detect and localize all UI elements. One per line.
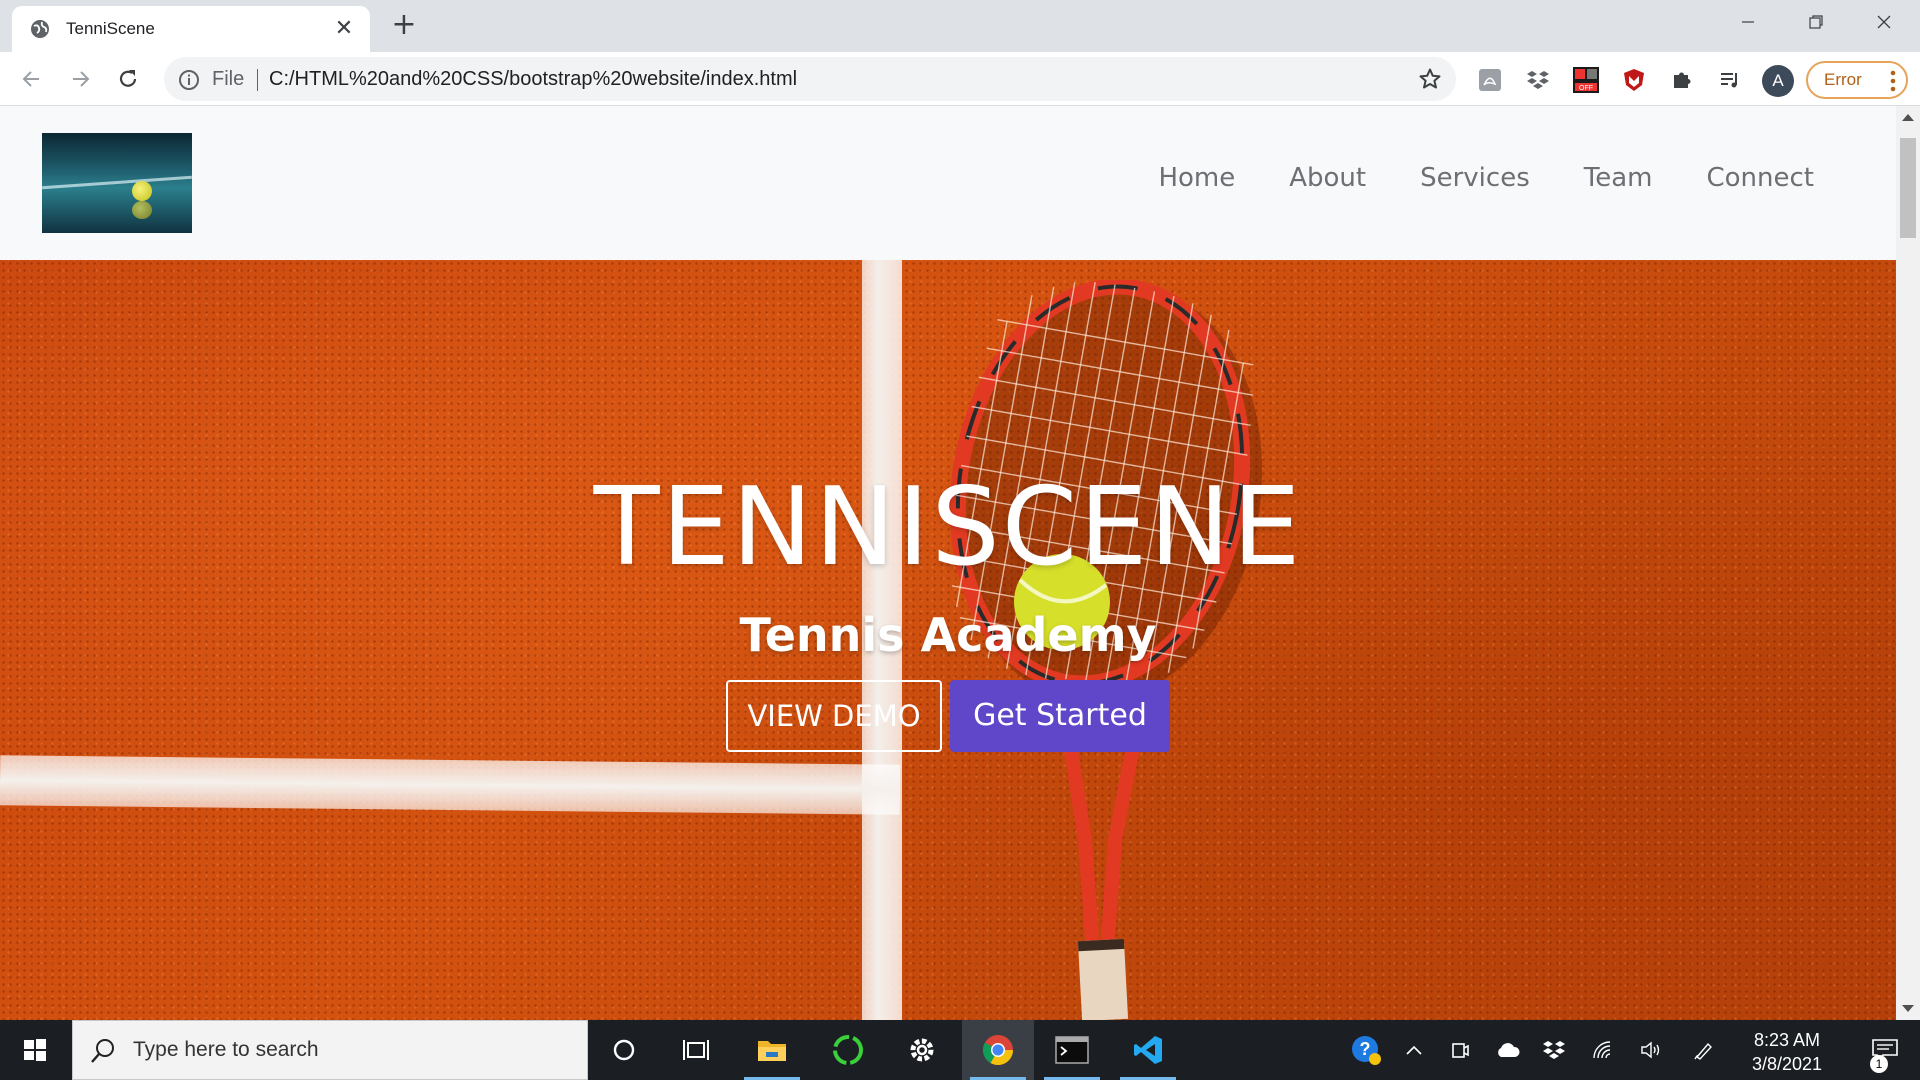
notification-count-badge: 1 [1870,1055,1888,1073]
meet-now-icon[interactable] [1442,1020,1478,1080]
svg-text:OFF: OFF [1579,85,1593,92]
windows-start-icon[interactable] [0,1020,70,1080]
new-tab-button[interactable]: + [390,10,418,40]
error-label: Error [1824,70,1862,89]
browser-tab[interactable]: TenniScene ✕ [12,6,370,52]
nav-link-home[interactable]: Home [1158,163,1235,193]
svg-text:?: ? [1360,1039,1371,1059]
browser-toolbar: File C:/HTML%20and%20CSS/bootstrap%20web… [0,52,1920,106]
mcafee-icon[interactable] [1620,66,1648,94]
web-page: Home About Services Team Connect TENNISC… [0,106,1896,1020]
globe-icon [31,20,49,38]
task-view-icon[interactable] [660,1020,732,1080]
address-separator [257,69,258,91]
tab-close-icon[interactable]: ✕ [332,17,356,41]
nav-links: Home About Services Team Connect [1104,163,1814,193]
reload-icon[interactable] [112,63,144,95]
sync-icon[interactable] [812,1020,884,1080]
media-queue-icon[interactable] [1716,66,1744,94]
windows-taskbar: Type here to search ? 8:23 AM 3/8/2021 1 [0,1020,1920,1080]
nav-link-services[interactable]: Services [1420,163,1530,193]
minimize-icon[interactable] [1728,6,1768,38]
taskbar-clock[interactable]: 8:23 AM 3/8/2021 [1726,1028,1848,1076]
restore-icon[interactable] [1796,6,1836,38]
info-icon[interactable] [178,69,200,91]
hero-title: TENNISCENE [593,465,1303,590]
page-scrollbar[interactable] [1896,106,1920,1020]
search-placeholder: Type here to search [133,1038,319,1061]
file-explorer-icon[interactable] [736,1020,808,1080]
logo-net [42,175,192,190]
nav-link-about[interactable]: About [1289,163,1366,193]
vscode-icon[interactable] [1112,1020,1184,1080]
bookmark-star-icon[interactable] [1418,67,1442,91]
volume-icon[interactable] [1634,1020,1670,1080]
pdf-icon[interactable] [1476,66,1504,94]
ad-off-icon[interactable]: OFF [1572,66,1600,94]
nav-link-connect[interactable]: Connect [1706,163,1814,193]
nav-link-team[interactable]: Team [1584,163,1653,193]
back-icon[interactable] [16,63,48,95]
hero-section: TENNISCENE Tennis Academy VIEW DEMO Get … [0,260,1896,1020]
file-label: File [212,68,245,90]
scroll-down-icon[interactable] [1902,1005,1914,1012]
notification-center-icon[interactable] [1850,1020,1920,1080]
clock-date: 3/8/2021 [1751,1054,1823,1074]
taskbar-search-box[interactable]: Type here to search [72,1020,588,1080]
logo-ball-reflection [132,201,152,219]
close-window-icon[interactable] [1864,6,1904,38]
tab-title: TenniScene [66,19,155,38]
browser-tab-strip: TenniScene ✕ + [0,0,1920,52]
more-menu-icon[interactable] [1890,70,1896,92]
scroll-thumb[interactable] [1900,138,1916,238]
hero-subtitle: Tennis Academy [739,608,1157,662]
site-navbar: Home About Services Team Connect [0,106,1896,260]
wifi-icon[interactable] [1586,1020,1622,1080]
address-bar[interactable]: File C:/HTML%20and%20CSS/bootstrap%20web… [164,57,1456,101]
pen-icon[interactable] [1686,1020,1722,1080]
onedrive-icon[interactable] [1490,1020,1526,1080]
forward-icon[interactable] [64,63,96,95]
chrome-icon[interactable] [962,1020,1034,1080]
site-logo[interactable] [42,133,192,233]
url-text[interactable]: C:/HTML%20and%20CSS/bootstrap%20website/… [269,68,797,91]
search-icon [91,1039,114,1063]
show-hidden-icons-chevron-icon[interactable] [1396,1020,1432,1080]
cortana-icon[interactable] [588,1020,660,1080]
puzzle-icon[interactable] [1668,66,1696,94]
scroll-up-icon[interactable] [1902,114,1914,121]
court-line-horizontal [0,755,901,815]
get-started-button[interactable]: Get Started [950,680,1170,752]
help-icon[interactable]: ? [1344,1020,1388,1080]
error-button[interactable]: Error [1806,61,1908,99]
clock-time: 8:23 AM [1753,1030,1821,1050]
dropbox-icon[interactable] [1524,66,1552,94]
terminal-icon[interactable] [1036,1020,1108,1080]
dropbox-tray-icon[interactable] [1536,1020,1572,1080]
view-demo-button[interactable]: VIEW DEMO [726,680,942,752]
logo-ball [132,181,152,201]
profile-avatar[interactable]: A [1762,65,1794,97]
settings-icon[interactable] [886,1020,958,1080]
